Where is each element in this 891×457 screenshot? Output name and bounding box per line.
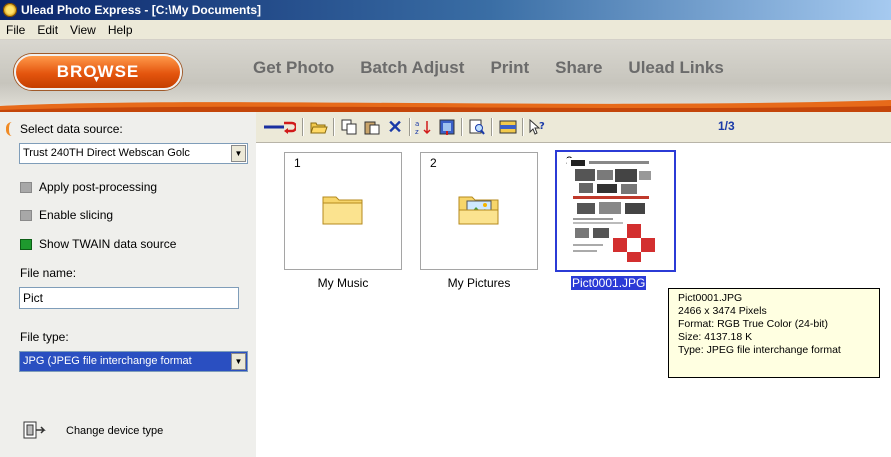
mode-banner: BROWSE ▼ Get Photo Batch Adjust Print Sh… <box>0 40 891 112</box>
slicing-checkbox[interactable] <box>20 210 32 221</box>
svg-text:z: z <box>415 128 419 135</box>
tab-ulead-links[interactable]: Ulead Links <box>628 58 723 78</box>
menu-bar: File Edit View Help <box>0 20 891 40</box>
navigate-back-icon[interactable] <box>262 118 296 136</box>
menu-file[interactable]: File <box>0 23 31 37</box>
page-indicator: 1/3 <box>718 119 735 133</box>
svg-text:?: ? <box>539 121 545 132</box>
post-processing-label: Apply post-processing <box>39 180 158 194</box>
tab-batch-adjust[interactable]: Batch Adjust <box>360 58 464 78</box>
banner-swoosh <box>0 100 891 112</box>
toolbar-separator <box>461 118 463 136</box>
item-caption[interactable]: My Music <box>284 276 402 290</box>
dropdown-arrow-icon[interactable]: ▼ <box>231 353 246 370</box>
paste-icon[interactable] <box>363 118 381 136</box>
title-bar: Ulead Photo Express - [C:\My Documents] <box>0 0 891 20</box>
tooltip-filename: Pict0001.JPG <box>678 292 743 304</box>
tooltip-type: Type: JPEG file interchange format <box>678 344 841 356</box>
panel-pointer-icon <box>6 122 17 136</box>
change-device-label[interactable]: Change device type <box>66 425 163 437</box>
tooltip-dimensions: 2466 x 3474 Pixels <box>678 305 767 317</box>
copy-icon[interactable] <box>340 118 358 136</box>
tooltip-format: Format: RGB True Color (24-bit) <box>678 318 828 330</box>
folder-icon <box>322 196 363 225</box>
menu-view[interactable]: View <box>64 23 102 37</box>
item-index: 1 <box>294 156 301 170</box>
twain-source-label: Show TWAIN data source <box>39 237 177 251</box>
file-type-label: File type: <box>20 330 69 344</box>
toolbar-separator <box>522 118 524 136</box>
toolbar-separator <box>333 118 335 136</box>
toolbar-separator <box>302 118 304 136</box>
thumbnail-item-selected[interactable]: 3 <box>555 150 676 272</box>
tab-get-photo[interactable]: Get Photo <box>253 58 334 78</box>
file-type-select[interactable]: JPG (JPEG file interchange format ▼ <box>19 351 248 372</box>
image-thumbnail <box>567 158 655 262</box>
dropdown-arrow-icon[interactable]: ▼ <box>231 145 246 162</box>
window-title: Ulead Photo Express - [C:\My Documents] <box>21 3 262 17</box>
mode-tabs: Get Photo Batch Adjust Print Share Ulead… <box>253 58 724 78</box>
data-source-value: Trust 240TH Direct Webscan Golc <box>23 147 190 159</box>
twain-source-checkbox[interactable] <box>20 239 32 250</box>
open-folder-icon[interactable] <box>310 118 328 136</box>
pictures-folder-icon <box>458 196 499 225</box>
thumbnail-view-icon[interactable] <box>438 118 456 136</box>
post-processing-checkbox[interactable] <box>20 182 32 193</box>
scanner-device-icon[interactable] <box>21 418 47 444</box>
sort-icon[interactable]: az <box>415 118 433 136</box>
svg-text:a: a <box>415 120 419 128</box>
slicing-label: Enable slicing <box>39 208 114 222</box>
toolbar-separator <box>409 118 411 136</box>
menu-help[interactable]: Help <box>102 23 139 37</box>
tab-print[interactable]: Print <box>490 58 529 78</box>
thumbnail-item[interactable]: 1 <box>284 152 402 270</box>
file-name-input[interactable]: Pict <box>19 287 239 309</box>
chevron-down-icon: ▼ <box>92 74 102 84</box>
data-source-select[interactable]: Trust 240TH Direct Webscan Golc ▼ <box>19 143 248 164</box>
item-caption-selected[interactable]: Pict0001.JPG <box>571 276 647 290</box>
file-type-value: JPG (JPEG file interchange format <box>23 355 192 367</box>
slideshow-icon[interactable] <box>499 118 517 136</box>
browser-toolbar: ✕ az ? 1/3 <box>256 112 891 143</box>
tooltip-size: Size: 4137.18 K <box>678 331 753 343</box>
item-caption[interactable]: My Pictures <box>420 276 538 290</box>
item-index: 2 <box>430 156 437 170</box>
file-info-tooltip: Pict0001.JPG 2466 x 3474 Pixels Format: … <box>668 288 880 378</box>
delete-icon[interactable]: ✕ <box>386 118 404 136</box>
file-name-label: File name: <box>20 266 77 280</box>
toolbar-separator <box>491 118 493 136</box>
thumbnail-item[interactable]: 2 <box>420 152 538 270</box>
data-source-label: Select data source: <box>20 122 123 136</box>
app-icon <box>3 3 17 17</box>
menu-edit[interactable]: Edit <box>31 23 64 37</box>
browse-mode-button[interactable]: BROWSE ▼ <box>14 54 182 90</box>
help-pointer-icon[interactable]: ? <box>528 118 546 136</box>
tab-share[interactable]: Share <box>555 58 602 78</box>
preview-icon[interactable] <box>468 118 486 136</box>
